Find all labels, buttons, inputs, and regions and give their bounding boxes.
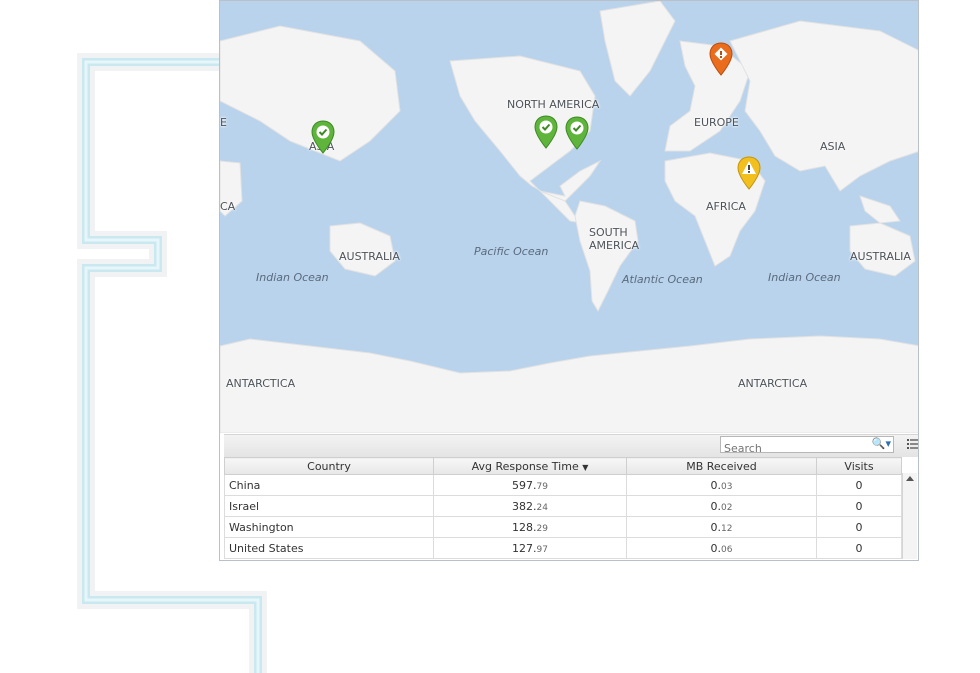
sort-descending-icon: ▼: [582, 462, 589, 472]
label-asia-right: ASIA: [820, 140, 846, 153]
table-row[interactable]: China 597.79 0.03 0: [224, 474, 902, 496]
cell-country: United States: [224, 537, 434, 559]
table-row[interactable]: Washington 128.29 0.12 0: [224, 516, 902, 538]
label-antarctica-right: ANTARCTICA: [738, 377, 808, 390]
label-indian-ocean-left: Indian Ocean: [256, 271, 329, 284]
label-africa-left-edge: CA: [220, 200, 236, 213]
cell-visits: 0: [816, 495, 902, 517]
label-pacific-ocean: Pacific Ocean: [474, 245, 549, 258]
label-north-america: NORTH AMERICA: [507, 98, 600, 111]
column-header-mb-received[interactable]: MB Received: [626, 457, 817, 475]
cell-avg-response-time: 127.97: [433, 537, 627, 559]
label-indian-ocean-right: Indian Ocean: [768, 271, 841, 284]
cell-avg-response-time: 128.29: [433, 516, 627, 538]
map-panel: NORTH AMERICA EUROPE ASIA ASIA AFRICA CA…: [219, 0, 919, 561]
cell-mb-received: 0.02: [626, 495, 817, 517]
cell-country: Washington: [224, 516, 434, 538]
cell-visits: 0: [816, 516, 902, 538]
cell-visits: 0: [816, 474, 902, 496]
column-header-visits[interactable]: Visits: [816, 457, 902, 475]
column-header-avg-response-time[interactable]: Avg Response Time ▼: [433, 457, 627, 475]
error-pin-icon[interactable]: [708, 42, 734, 78]
search-icon[interactable]: 🔍▾: [872, 437, 891, 450]
cell-visits: 0: [816, 537, 902, 559]
scroll-up-icon[interactable]: [906, 476, 914, 481]
column-header-label: Avg Response Time: [471, 459, 579, 473]
label-australia-left: AUSTRALIA: [339, 250, 400, 263]
ok-pin-icon[interactable]: [533, 115, 559, 151]
search-input[interactable]: [721, 440, 867, 457]
label-africa: AFRICA: [706, 200, 746, 213]
cell-country: Israel: [224, 495, 434, 517]
cell-mb-received: 0.12: [626, 516, 817, 538]
cell-avg-response-time: 597.79: [433, 474, 627, 496]
world-map[interactable]: NORTH AMERICA EUROPE ASIA ASIA AFRICA CA…: [220, 1, 918, 433]
cell-mb-received: 0.03: [626, 474, 817, 496]
label-atlantic-ocean: Atlantic Ocean: [622, 273, 703, 286]
warning-pin-icon[interactable]: [736, 156, 762, 192]
country-grid: Country Avg Response Time ▼ MB Received …: [224, 457, 902, 559]
label-antarctica-left: ANTARCTICA: [226, 377, 296, 390]
label-south-america: SOUTH AMERICA: [589, 226, 640, 252]
cell-avg-response-time: 382.24: [433, 495, 627, 517]
ok-pin-icon[interactable]: [564, 116, 590, 152]
cell-country: China: [224, 474, 434, 496]
search-box: 🔍▾: [720, 436, 894, 457]
ok-pin-icon[interactable]: [310, 120, 336, 156]
label-europe: EUROPE: [694, 116, 739, 129]
column-header-country[interactable]: Country: [224, 457, 434, 475]
grid-scrollbar[interactable]: [902, 473, 917, 559]
cell-mb-received: 0.06: [626, 537, 817, 559]
label-europe-left-edge: E: [220, 116, 227, 129]
label-australia-right: AUSTRALIA: [850, 250, 911, 263]
column-chooser-icon[interactable]: [907, 438, 918, 449]
grid-toolbar: 🔍▾: [224, 434, 918, 457]
table-row[interactable]: Israel 382.24 0.02 0: [224, 495, 902, 517]
map-landmasses: [220, 1, 918, 433]
table-row[interactable]: United States 127.97 0.06 0: [224, 537, 902, 559]
